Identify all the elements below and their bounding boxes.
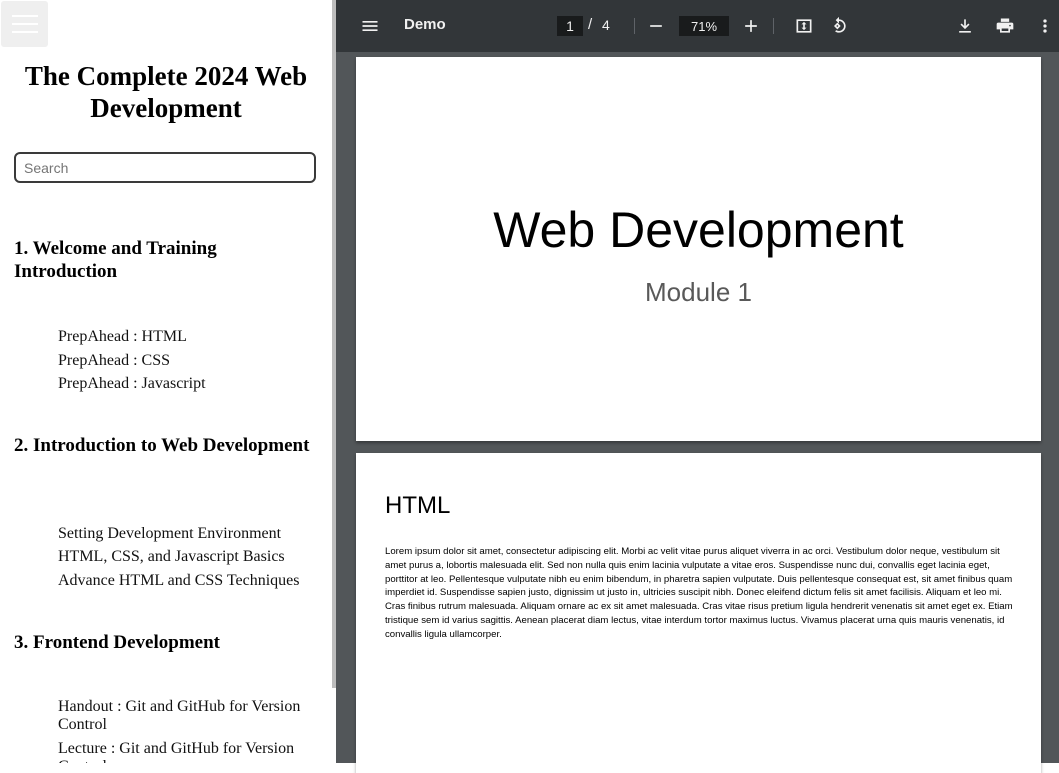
- zoom-input[interactable]: [679, 16, 729, 36]
- section-title[interactable]: 2. Introduction to Web Development: [14, 434, 314, 457]
- page-total: 4: [602, 17, 610, 33]
- sidebar-menu-toggle[interactable]: [1, 1, 48, 47]
- page-body-text: Lorem ipsum dolor sit amet, consectetur …: [385, 546, 1013, 640]
- page-heading: HTML: [385, 492, 451, 519]
- slide-title: Web Development: [493, 202, 904, 258]
- lesson-item[interactable]: PrepAhead : Javascript: [58, 375, 320, 393]
- course-title: The Complete 2024 Web Development: [24, 61, 308, 123]
- pdf-page-1: Web Development Module 1: [356, 57, 1041, 441]
- lesson-item[interactable]: Lecture : Git and GitHub for Version Con…: [58, 740, 320, 763]
- hamburger-icon-line: [12, 23, 38, 25]
- pdf-page-2: HTML Lorem ipsum dolor sit amet, consect…: [356, 453, 1041, 773]
- course-sidebar: The Complete 2024 Web Development 1. Wel…: [0, 0, 332, 763]
- more-vert-icon[interactable]: [1032, 13, 1058, 39]
- page-number-input[interactable]: [557, 16, 583, 36]
- minus-icon[interactable]: [643, 13, 669, 39]
- download-icon[interactable]: [952, 13, 978, 39]
- rotate-icon[interactable]: [826, 13, 852, 39]
- print-icon[interactable]: [992, 13, 1018, 39]
- page-separator: /: [588, 16, 593, 33]
- pdf-toolbar: Demo / 4: [336, 0, 1059, 52]
- document-title: Demo: [404, 16, 446, 33]
- menu-icon[interactable]: [357, 13, 383, 39]
- lesson-item[interactable]: Advance HTML and CSS Techniques: [58, 572, 320, 590]
- lesson-item[interactable]: PrepAhead : CSS: [58, 352, 320, 370]
- hamburger-icon-line: [12, 31, 38, 33]
- search-input[interactable]: [14, 152, 316, 183]
- hamburger-icon: [12, 15, 38, 17]
- slide-subtitle: Module 1: [645, 277, 752, 307]
- pdf-viewer: Demo / 4 Web Development Module: [336, 0, 1059, 773]
- fit-page-icon[interactable]: [791, 13, 817, 39]
- section-title[interactable]: 3. Frontend Development: [14, 631, 314, 654]
- lesson-item[interactable]: HTML, CSS, and Javascript Basics: [58, 548, 320, 566]
- toolbar-divider: [634, 18, 635, 34]
- plus-icon[interactable]: [738, 13, 764, 39]
- lesson-item[interactable]: Setting Development Environment: [58, 525, 320, 543]
- section-title[interactable]: 1. Welcome and Training Introduction: [14, 237, 314, 283]
- toolbar-divider: [773, 18, 774, 34]
- lesson-item[interactable]: PrepAhead : HTML: [58, 328, 320, 346]
- lesson-item[interactable]: Handout : Git and GitHub for Version Con…: [58, 698, 320, 734]
